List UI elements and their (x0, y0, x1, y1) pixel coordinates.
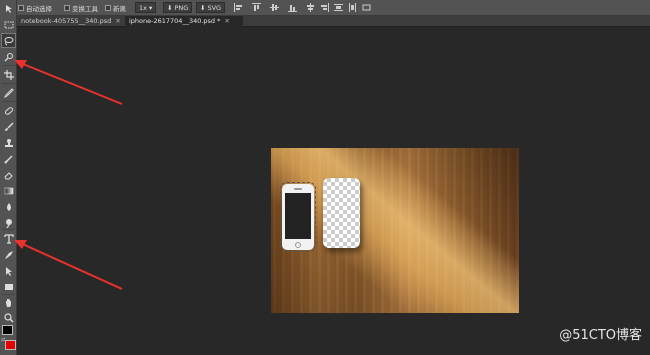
arrow-to-type-tool (14, 240, 123, 290)
watermark: @51CTO博客 (559, 328, 642, 343)
annotation-arrows (14, 60, 123, 290)
arrow-to-lasso (14, 60, 123, 105)
